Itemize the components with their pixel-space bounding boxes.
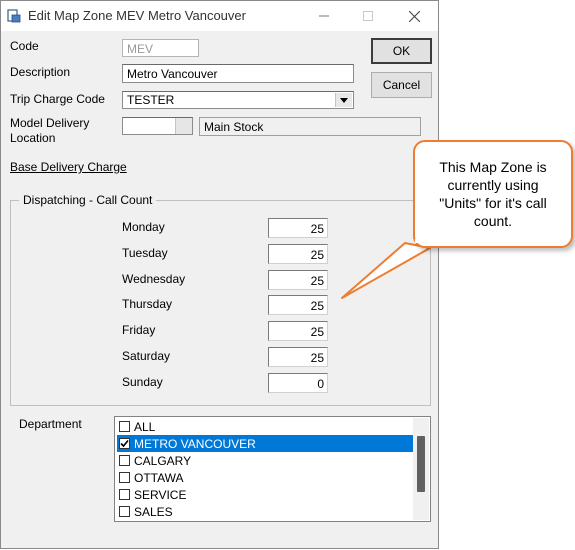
app-icon xyxy=(7,9,21,23)
maximize-icon xyxy=(363,11,373,21)
day-label-saturday: Saturday xyxy=(122,349,171,363)
day-label-sunday: Sunday xyxy=(122,375,163,389)
checkbox-icon[interactable] xyxy=(119,489,130,500)
department-item[interactable]: CALGARY xyxy=(117,452,413,469)
department-item-label: SALES xyxy=(134,504,173,519)
title-bar: Edit Map Zone MEV Metro Vancouver xyxy=(1,1,438,31)
call-count-field-saturday[interactable]: 25 xyxy=(268,347,328,367)
call-count-field-thursday[interactable]: 25 xyxy=(268,295,328,315)
department-item[interactable]: METRO VANCOUVER xyxy=(117,435,413,452)
scrollbar-thumb[interactable] xyxy=(417,436,425,492)
department-item-label: CALGARY xyxy=(134,453,192,468)
checkbox-icon[interactable] xyxy=(119,506,130,517)
ok-button[interactable]: OK xyxy=(371,38,432,64)
callout-note: This Map Zone is currently using "Units"… xyxy=(413,140,573,248)
close-icon xyxy=(408,10,420,22)
day-label-wednesday: Wednesday xyxy=(122,272,186,286)
callout-join xyxy=(415,239,424,243)
department-scrollbar[interactable] xyxy=(413,418,429,520)
window-title: Edit Map Zone MEV Metro Vancouver xyxy=(28,8,246,23)
description-field[interactable]: Metro Vancouver xyxy=(122,64,354,83)
model-delivery-name-field: Main Stock xyxy=(199,117,421,136)
close-button[interactable] xyxy=(391,1,437,31)
model-delivery-label-2: Location xyxy=(10,131,56,145)
trip-charge-code-label: Trip Charge Code xyxy=(10,92,105,106)
call-count-field-tuesday[interactable]: 25 xyxy=(268,244,328,264)
department-item-label: METRO VANCOUVER xyxy=(134,436,256,451)
minimize-button[interactable] xyxy=(301,1,347,31)
department-item[interactable]: SERVICE xyxy=(117,486,413,503)
checkbox-icon[interactable] xyxy=(119,455,130,466)
day-label-tuesday: Tuesday xyxy=(122,246,168,260)
call-count-field-wednesday[interactable]: 25 xyxy=(268,270,328,290)
department-item[interactable]: SALES xyxy=(117,503,413,520)
checkbox-checked-icon[interactable] xyxy=(119,438,130,449)
model-delivery-lookup-button[interactable] xyxy=(175,118,192,134)
minimize-icon xyxy=(319,15,329,17)
checkbox-icon[interactable] xyxy=(119,472,130,483)
call-count-field-sunday[interactable]: 0 xyxy=(268,373,328,393)
department-listbox[interactable]: ALL METRO VANCOUVER CALGARY OTTAWA SERVICE SA… xyxy=(114,416,431,522)
description-label: Description xyxy=(10,65,71,79)
department-label: Department xyxy=(19,417,82,431)
department-item-label: SERVICE xyxy=(134,487,187,502)
trip-charge-code-combo[interactable]: TESTER xyxy=(122,91,354,109)
maximize-button[interactable] xyxy=(345,1,391,31)
code-field[interactable]: MEV xyxy=(122,39,199,57)
cancel-button[interactable]: Cancel xyxy=(371,72,432,98)
day-label-friday: Friday xyxy=(122,323,156,337)
department-item-label: ALL xyxy=(134,419,156,434)
chevron-down-icon xyxy=(340,97,348,103)
model-delivery-label: Model Delivery xyxy=(10,116,90,130)
call-count-field-monday[interactable]: 25 xyxy=(268,218,328,238)
department-item-label: OTTAWA xyxy=(134,470,184,485)
callout-text: This Map Zone is currently using "Units"… xyxy=(439,159,547,229)
day-label-thursday: Thursday xyxy=(122,297,173,311)
day-label-monday: Monday xyxy=(122,220,165,234)
trip-charge-code-value: TESTER xyxy=(127,93,175,107)
call-count-field-friday[interactable]: 25 xyxy=(268,321,328,341)
code-label: Code xyxy=(10,39,39,53)
base-delivery-charge-link[interactable]: Base Delivery Charge xyxy=(10,160,127,174)
department-item[interactable]: OTTAWA xyxy=(117,469,413,486)
department-item[interactable]: ALL xyxy=(117,418,413,435)
dispatching-legend: Dispatching - Call Count xyxy=(19,193,157,207)
checkbox-icon[interactable] xyxy=(119,421,130,432)
dropdown-arrow-icon[interactable] xyxy=(335,93,352,107)
